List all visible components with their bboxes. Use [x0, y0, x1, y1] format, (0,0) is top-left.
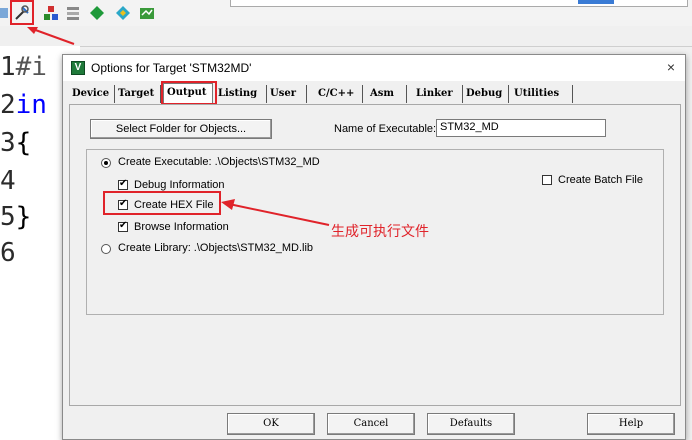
green-diamond-icon[interactable] — [88, 4, 106, 22]
toolbar-highlight-box — [10, 0, 34, 25]
toolbar-arrow-icon — [27, 27, 75, 45]
code-line-1: 1#i — [0, 52, 47, 82]
code-line-2: 2in — [0, 90, 47, 120]
dialog-titlebar[interactable]: V Options for Target 'STM32MD' × — [63, 55, 685, 81]
debug-information-checkbox[interactable] — [118, 178, 128, 190]
cancel-button[interactable]: Cancel — [327, 413, 415, 435]
options-dialog: V Options for Target 'STM32MD' × Device … — [62, 54, 686, 440]
toolbar-field[interactable] — [230, 0, 688, 7]
code-line-4: 4 — [0, 166, 16, 196]
keil-app-icon: V — [71, 61, 85, 75]
name-of-executable-label: Name of Executable: — [334, 123, 437, 135]
toolbar-field-selection — [578, 0, 614, 4]
defaults-button[interactable]: Defaults — [427, 413, 515, 435]
create-library-label: Create Library: .\Objects\STM32_MD.lib — [118, 242, 314, 254]
output-tab-highlight-box — [161, 81, 217, 105]
create-library-radio[interactable] — [101, 244, 111, 254]
executable-name-input[interactable]: STM32_MD — [436, 119, 606, 137]
browse-information-checkbox[interactable] — [118, 220, 128, 232]
help-button[interactable]: Help — [587, 413, 675, 435]
manage-project-items-icon[interactable] — [42, 4, 60, 22]
tab-listing[interactable]: Listing — [215, 85, 267, 103]
select-folder-button[interactable]: Select Folder for Objects... — [90, 119, 272, 139]
create-batch-file-label: Create Batch File — [558, 174, 643, 186]
create-executable-radio[interactable] — [101, 158, 111, 168]
create-hex-highlight-box — [103, 191, 221, 215]
ok-button[interactable]: OK — [227, 413, 315, 435]
select-packs-icon[interactable] — [138, 4, 156, 22]
output-tab-panel: Select Folder for Objects... Name of Exe… — [69, 104, 681, 406]
close-button[interactable]: × — [667, 59, 675, 75]
tab-linker[interactable]: Linker — [413, 85, 463, 103]
tab-asm[interactable]: Asm — [367, 85, 407, 103]
tab-user[interactable]: User — [267, 85, 307, 103]
dialog-title: Options for Target 'STM32MD' — [91, 61, 252, 75]
code-line-6: 6 — [0, 238, 16, 268]
toolbar — [0, 0, 692, 27]
annotation-arrow-icon — [221, 199, 330, 226]
create-batch-file-checkbox[interactable] — [542, 175, 552, 185]
debug-information-label: Debug Information — [134, 179, 225, 191]
tab-debug[interactable]: Debug — [463, 85, 509, 103]
tab-target[interactable]: Target — [115, 85, 161, 103]
editor-tab-strip — [0, 26, 692, 47]
tab-utilities[interactable]: Utilities — [511, 85, 573, 103]
pack-installer-icon[interactable] — [114, 4, 132, 22]
tab-device[interactable]: Device — [69, 85, 115, 103]
tab-c-cpp[interactable]: C/C++ — [315, 85, 363, 103]
code-line-5: 5} — [0, 202, 32, 232]
browse-information-label: Browse Information — [134, 221, 229, 233]
annotation-text: 生成可执行文件 — [331, 224, 429, 240]
create-executable-label: Create Executable: .\Objects\STM32_MD — [118, 156, 320, 168]
layers-icon[interactable] — [64, 4, 82, 22]
code-line-3: 3{ — [0, 128, 32, 158]
